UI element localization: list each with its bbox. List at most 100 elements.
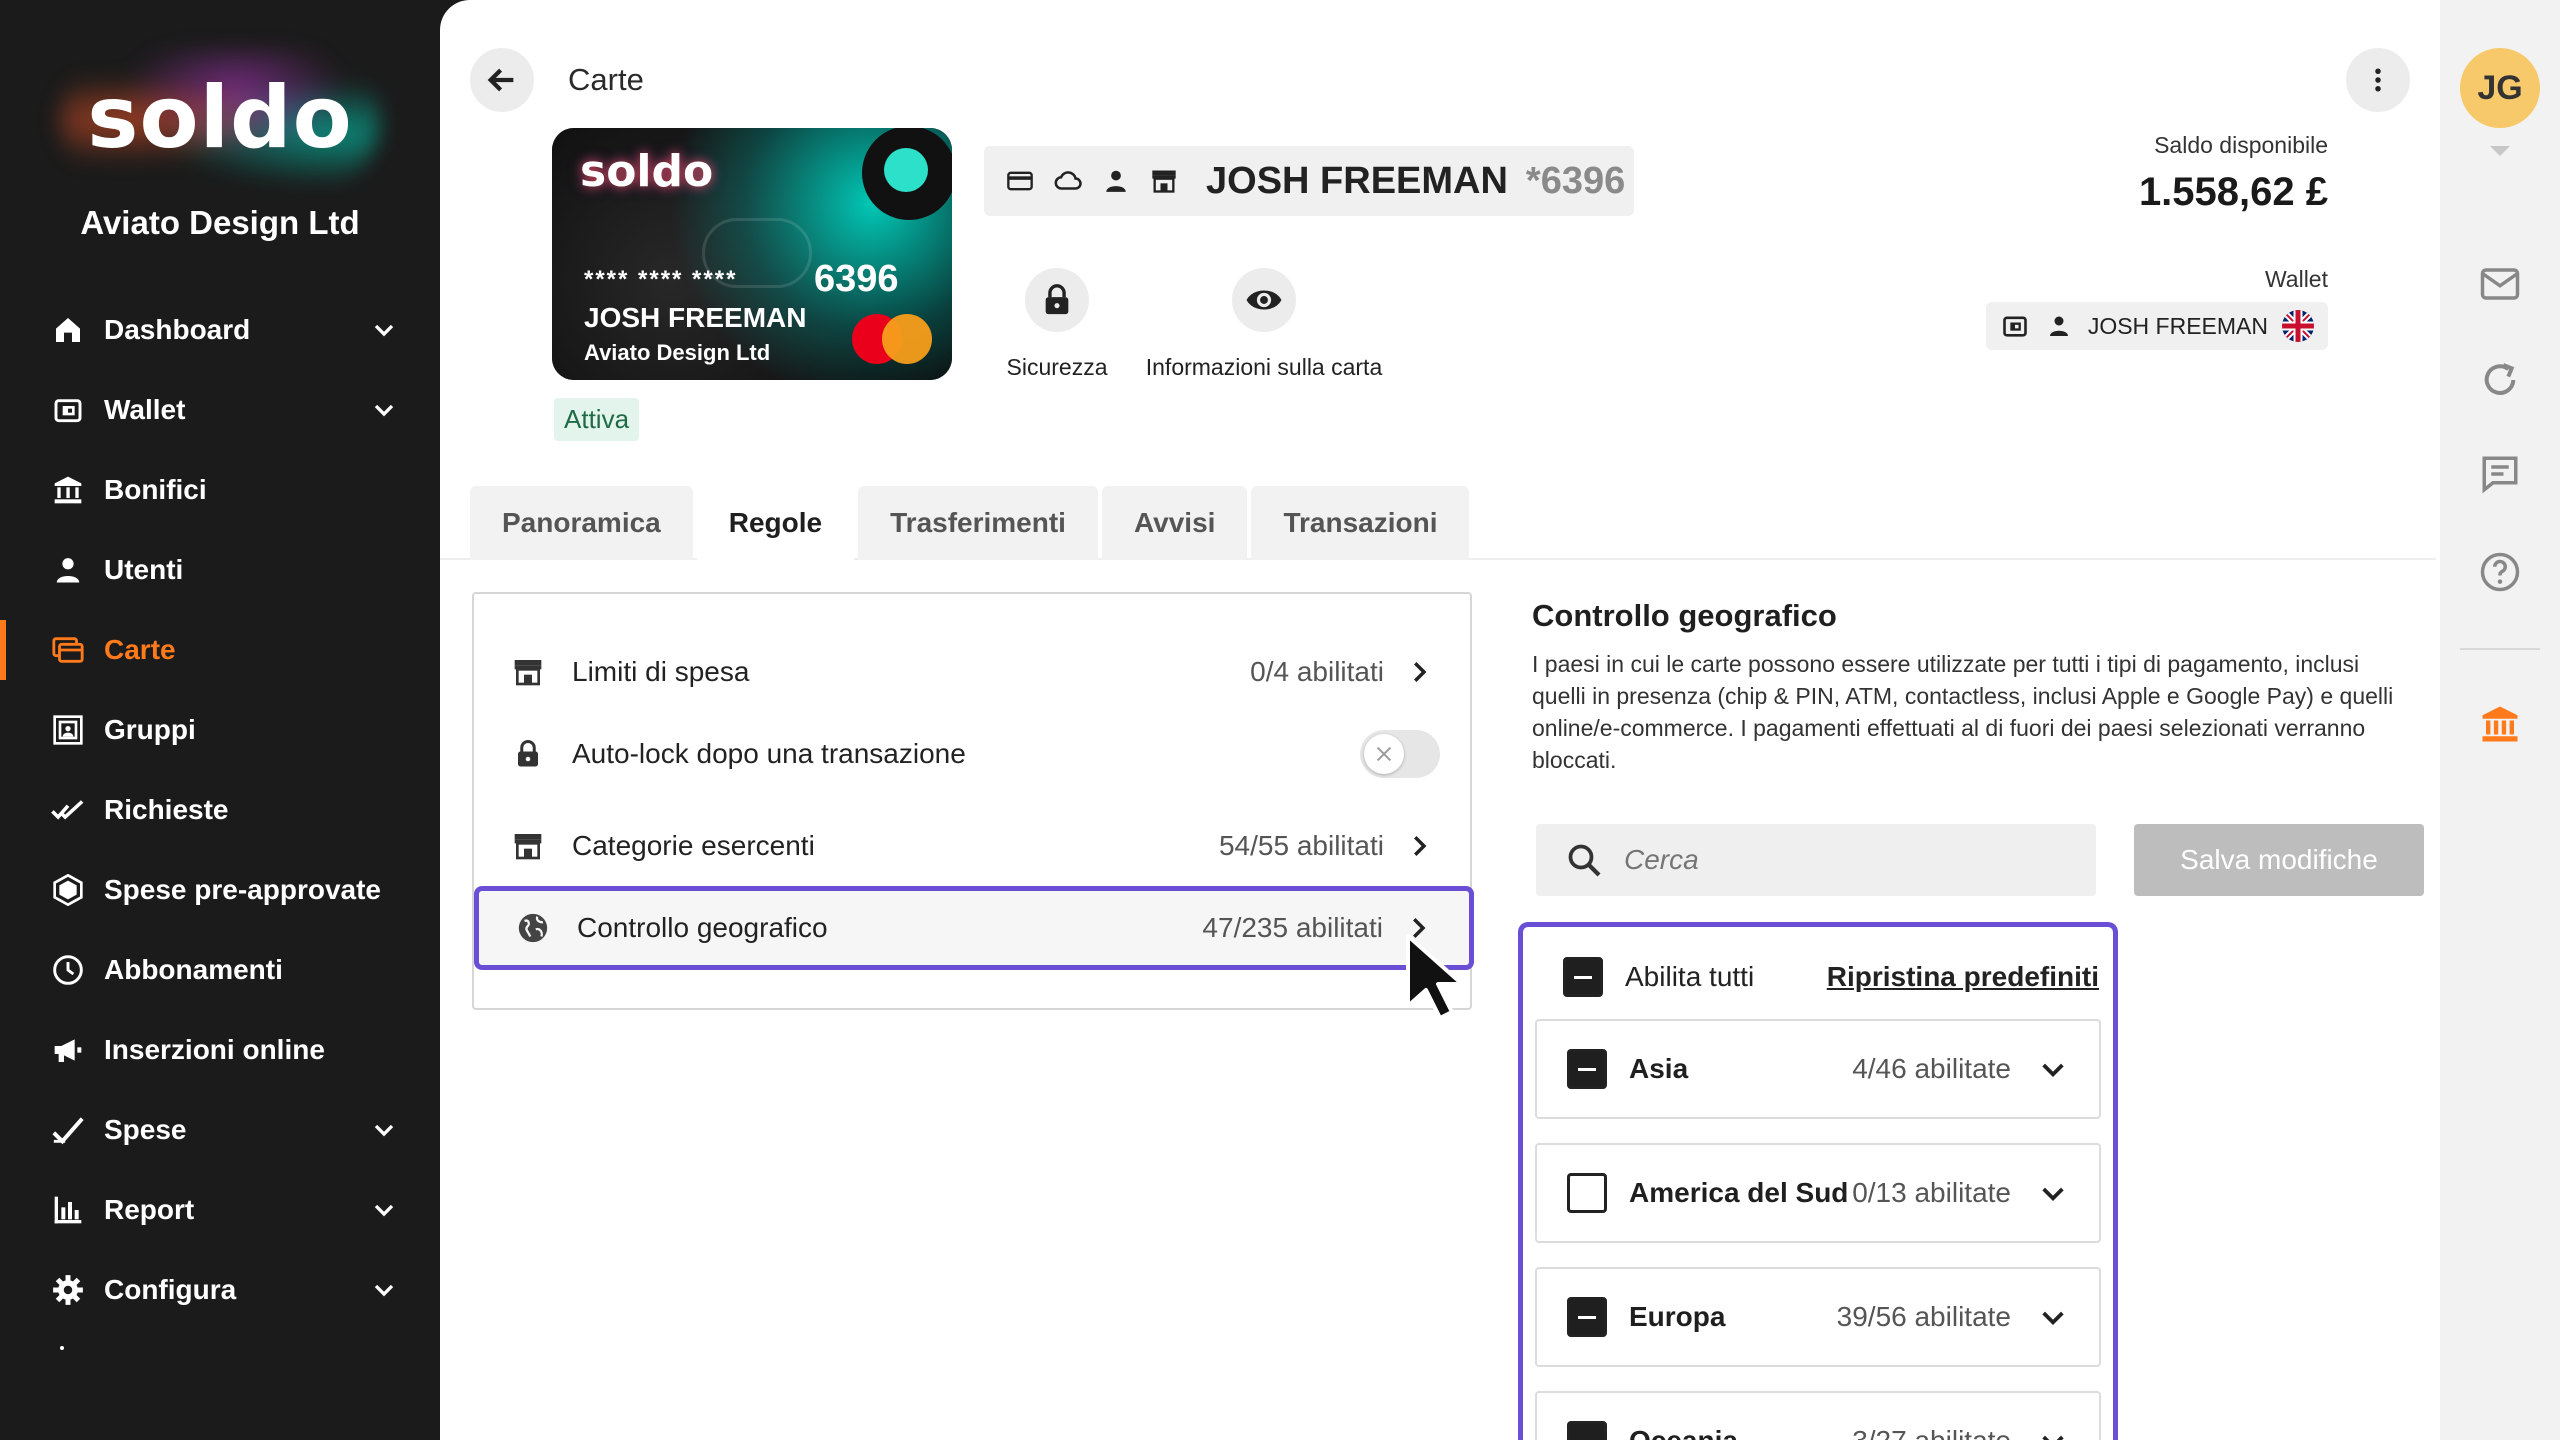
page-title: Carte [568,62,644,97]
user-icon [50,552,86,588]
chat-icon[interactable] [2478,452,2522,496]
back-button[interactable] [470,48,534,112]
region-oceania[interactable]: Oceania 3/27 abilitate [1535,1391,2101,1440]
balance-label: Saldo disponibile [2154,132,2328,158]
geo-title: Controllo geografico [1532,598,1837,633]
chevron-down-icon[interactable] [368,314,400,346]
lock-icon [510,736,546,772]
card-holder: JOSH FREEMAN [584,302,807,333]
region-checkbox[interactable] [1567,1297,1607,1337]
sidebar-item-spese[interactable]: Spese [0,1090,440,1170]
sidebar-item-bonifici[interactable]: Bonifici [0,450,440,530]
search-icon [1568,844,1601,877]
enable-all-row[interactable]: Abilita tutti [1563,957,1754,997]
card-type-icon [1004,165,1036,197]
mail-icon[interactable] [2478,262,2522,306]
kebab-menu-icon [2375,68,2381,92]
chevron-down-icon[interactable] [368,1194,400,1226]
holder-name: JOSH FREEMAN [1206,159,1508,202]
store-icon [1148,165,1180,197]
sidebar-item-abbonamenti[interactable]: Abbonamenti [0,930,440,1010]
right-rail: JG [2440,0,2560,1440]
card-info-action[interactable]: Informazioni sulla carta [1114,268,1414,381]
main-nav: Dashboard Wallet Bonifici Utenti Carte G… [0,290,440,1330]
sidebar-item-gruppi[interactable]: Gruppi [0,690,440,770]
mouse-cursor-icon [1406,934,1464,1020]
arrow-left-icon [487,68,514,92]
sidebar-item-richieste[interactable]: Richieste [0,770,440,850]
caret-down-icon[interactable] [2490,146,2510,156]
sidebar-item-utenti[interactable]: Utenti [0,530,440,610]
wallet-owner: JOSH FREEMAN [2087,312,2268,339]
main-content: Carte soldo **** **** **** 6396 JOSH FRE… [440,0,2440,1440]
sidebar-item-report[interactable]: Report [0,1170,440,1250]
card-last4: 6396 [814,258,899,300]
sidebar-item-carte[interactable]: Carte [0,610,440,690]
wallet-label: Wallet [2264,266,2328,292]
tab-trasferimenti[interactable]: Trasferimenti [858,486,1098,560]
lock-icon [1045,284,1069,315]
soldo-logo[interactable]: soldo [60,50,380,190]
region-south-america[interactable]: America del Sud 0/13 abilitate [1535,1143,2101,1243]
sidebar-item-configura[interactable]: Configura [0,1250,440,1330]
chevron-down-icon[interactable] [2037,1425,2069,1440]
help-icon[interactable] [2478,550,2522,594]
chevron-down-icon[interactable] [2037,1177,2069,1209]
mastercard-logo [852,314,932,364]
company-name: Aviato Design Ltd [80,204,360,241]
chevron-down-icon[interactable] [368,1114,400,1146]
security-action[interactable]: Sicurezza [982,268,1132,381]
chevron-down-icon[interactable] [2037,1301,2069,1333]
wallet-icon [2000,311,2030,341]
card-mask: *6396 [1525,159,1626,202]
sidebar-item-dashboard[interactable]: Dashboard [0,290,440,370]
scroll-indicator [60,1346,64,1350]
rule-spending-limits[interactable]: Limiti di spesa 0/4 abilitati [474,630,1470,714]
cloud-icon [1052,165,1084,197]
rules-list: Limiti di spesa 0/4 abilitati Auto-lock … [472,592,1474,1010]
wallet-icon [50,392,86,428]
chevron-down-icon[interactable] [368,1274,400,1306]
rule-merchant-categories[interactable]: Categorie esercenti 54/55 abilitati [474,804,1470,888]
tab-transazioni[interactable]: Transazioni [1251,486,1470,560]
card-company: Aviato Design Ltd [584,340,771,365]
enable-all-checkbox[interactable] [1563,957,1603,997]
tab-panoramica[interactable]: Panoramica [470,486,693,560]
region-europe[interactable]: Europa 39/56 abilitate [1535,1267,2101,1367]
person-icon [1100,165,1132,197]
sidebar-item-inserzioni-online[interactable]: Inserzioni online [0,1010,440,1090]
rule-geo-control[interactable]: Controllo geografico 47/235 abilitati [474,886,1474,970]
tab-bar: Panoramica Regole Trasferimenti Avvisi T… [470,486,1473,560]
hexagon-icon [50,872,86,908]
rail-divider [2460,648,2540,650]
chevron-down-icon[interactable] [2037,1053,2069,1085]
uk-flag-icon [2282,310,2314,342]
region-checkbox[interactable] [1567,1421,1607,1440]
close-icon [1376,746,1392,762]
search-input[interactable] [1624,844,2084,876]
bank-icon[interactable] [2478,702,2522,746]
country-search[interactable] [1536,824,2096,896]
region-checkbox[interactable] [1567,1173,1607,1213]
auto-lock-toggle[interactable] [1360,730,1440,778]
avatar[interactable]: JG [2460,48,2540,128]
refresh-icon[interactable] [2478,358,2522,402]
balance-value: 1.558,62 £ [2138,170,2328,214]
reset-defaults-link[interactable]: Ripristina predefiniti [1827,961,2099,993]
sidebar-item-spese-pre-approvate[interactable]: Spese pre-approvate [0,850,440,930]
chevron-down-icon[interactable] [368,394,400,426]
tab-avvisi[interactable]: Avvisi [1101,486,1248,560]
chevron-right-icon [1414,662,1427,682]
person-icon [2044,311,2074,341]
more-options-button[interactable] [2346,48,2410,112]
wallet-chip[interactable]: JOSH FREEMAN [1985,302,2328,350]
tab-regole[interactable]: Regole [696,486,855,560]
payment-card: soldo **** **** **** 6396 JOSH FREEMAN A… [552,128,952,380]
region-checkbox[interactable] [1567,1049,1607,1089]
globe-icon [515,910,551,946]
save-changes-button[interactable]: Salva modifiche [2134,824,2424,896]
geo-description: I paesi in cui le carte possono essere u… [1532,651,2394,773]
region-asia[interactable]: Asia 4/46 abilitate [1535,1019,2101,1119]
sidebar-item-wallet[interactable]: Wallet [0,370,440,450]
card-ring-decoration [862,128,952,220]
